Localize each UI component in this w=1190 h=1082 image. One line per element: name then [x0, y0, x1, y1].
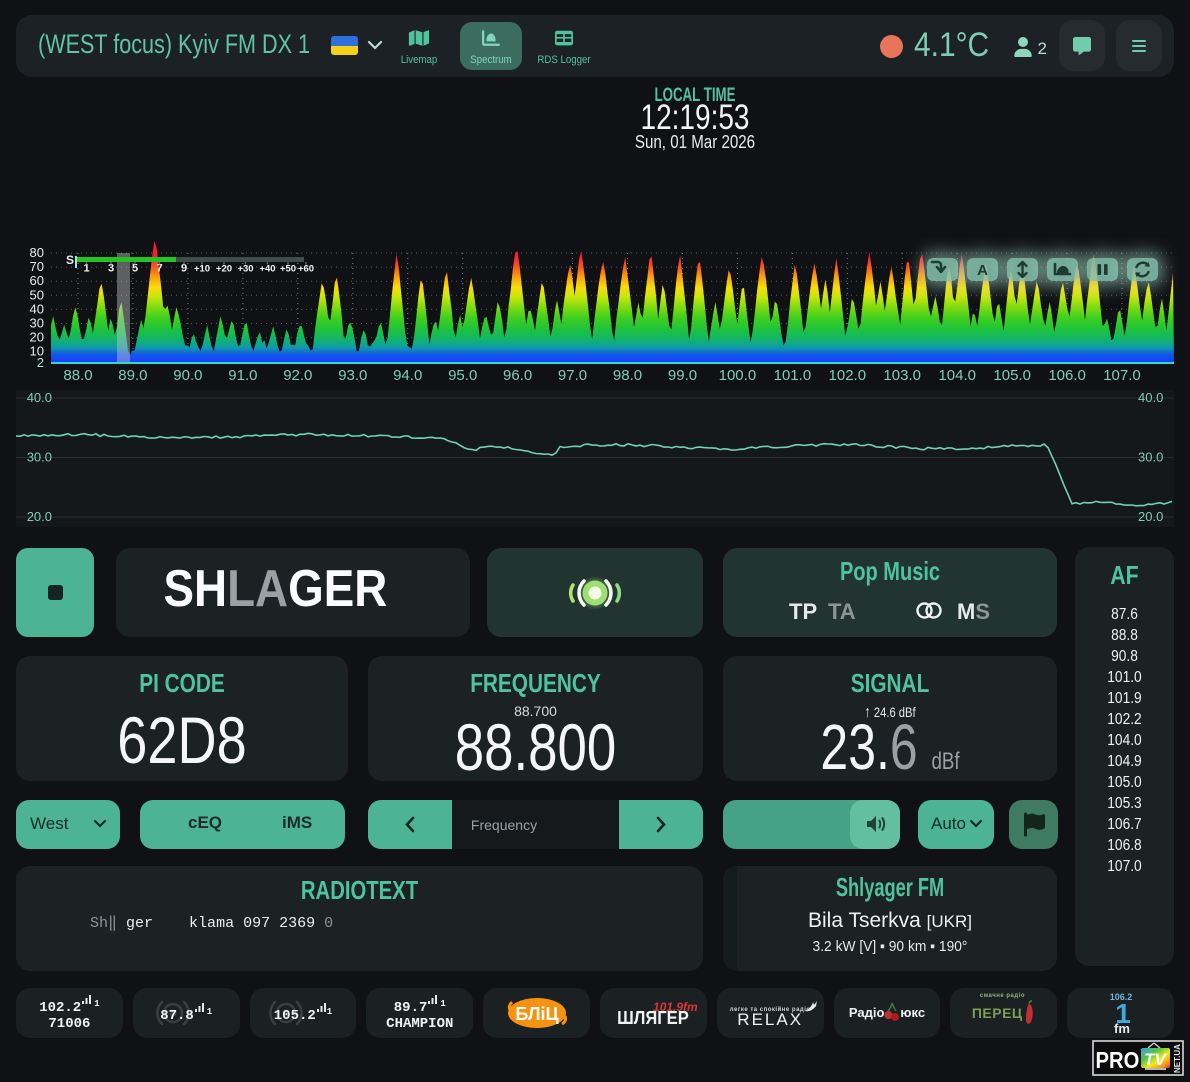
svg-text:TV: TV	[1144, 1050, 1167, 1069]
svg-text:30.0: 30.0	[1138, 450, 1163, 465]
svg-text:20.0: 20.0	[1138, 509, 1163, 524]
svg-text:40.0: 40.0	[1138, 390, 1163, 405]
svg-text:30.0: 30.0	[27, 450, 52, 465]
svg-text:NET.UA: NET.UA	[1173, 1044, 1182, 1073]
svg-text:БЛіЦ: БЛіЦ	[515, 1004, 559, 1024]
svg-text:20.0: 20.0	[27, 509, 52, 524]
svg-text:fm: fm	[1114, 1021, 1130, 1036]
svg-text:PRO: PRO	[1096, 1047, 1140, 1074]
svg-text:40.0: 40.0	[27, 390, 52, 405]
